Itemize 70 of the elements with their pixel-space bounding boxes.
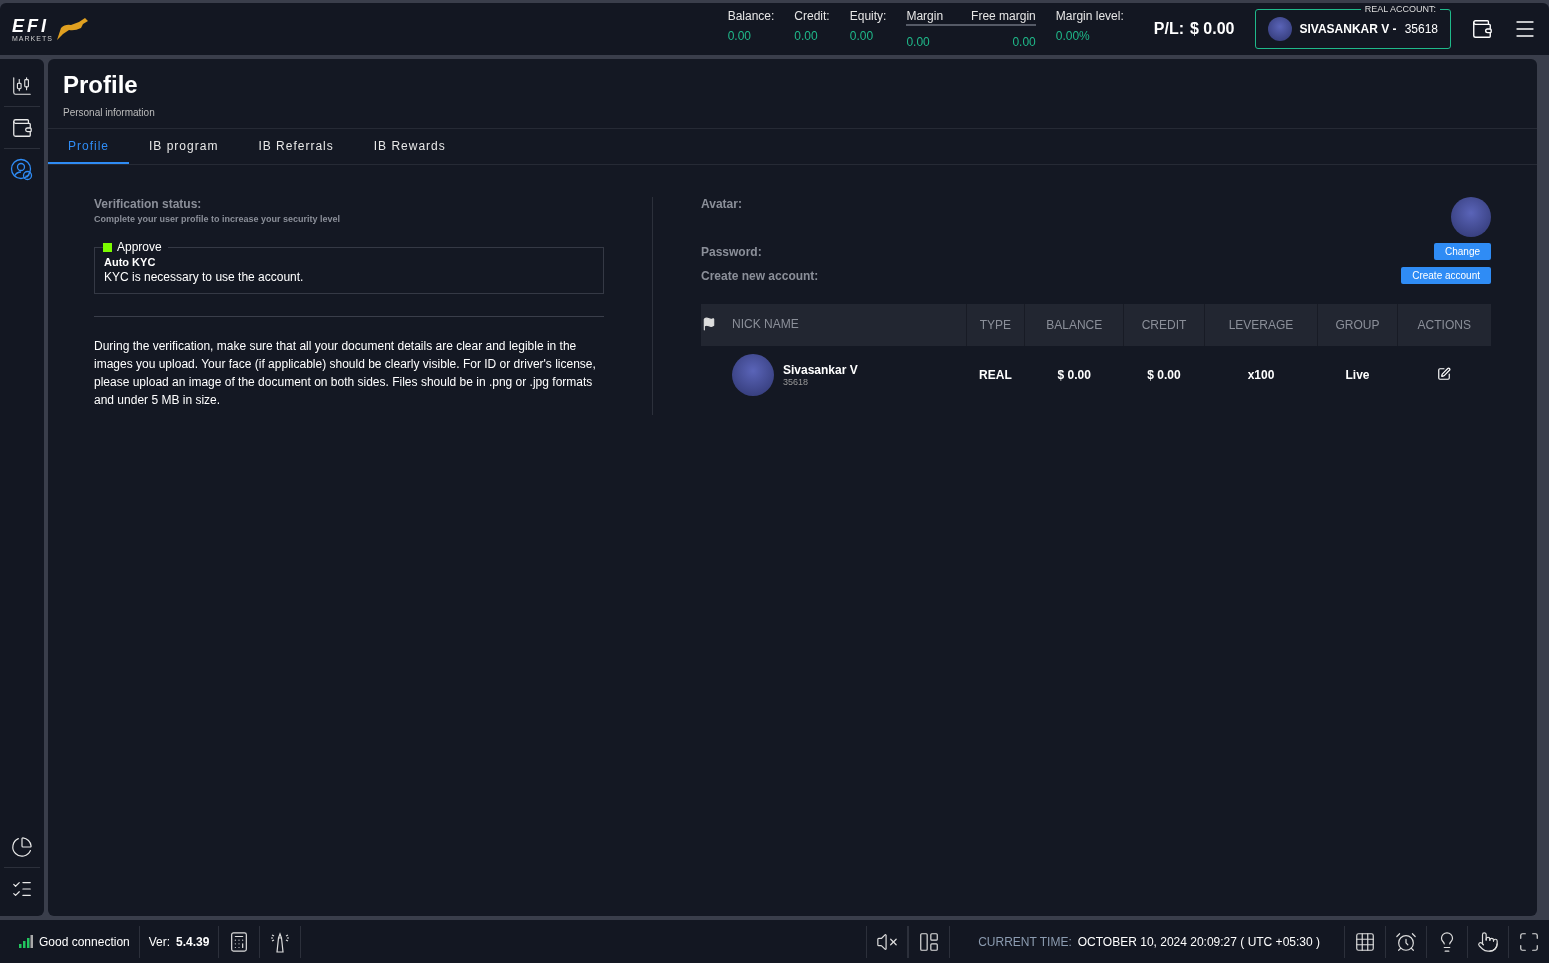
table-cell: x100 [1204,346,1318,404]
pie-chart-icon [11,835,33,858]
stat-label: Free margin [971,9,1036,23]
stat-value: 0.00 [794,29,819,43]
stat-label: Margin [906,9,944,23]
account-number: 35618 [783,377,810,387]
password-label: Password: [701,244,762,259]
wallet-icon [11,116,33,139]
account-type-label: REAL ACCOUNT: [1360,4,1440,14]
stat-value: 0.00 [727,29,752,43]
version-number: 5.4.39 [176,934,210,949]
column-header: NICK NAME [732,316,799,331]
candlestick-chart-icon [11,74,33,97]
tab[interactable]: IB Referrals [238,129,354,164]
kyc-title: Auto KYC [104,256,157,268]
table-cell: $ 0.00 [1024,346,1124,404]
account-name: SIVASANKAR V - [1299,22,1397,36]
avatar-placeholder [732,354,774,396]
column-header: GROUP [1317,304,1397,346]
stat-label: Credit: [794,9,830,23]
signal-icon [19,935,33,948]
edit-button[interactable] [1437,366,1451,381]
column-header: LEVERAGE [1204,304,1318,346]
lighthouse-icon [269,930,292,953]
column-header: TYPE [966,304,1025,346]
pl-value: $ 0.00 [1190,20,1235,38]
avatar-label: Avatar: [701,197,742,211]
fullscreen-icon [1518,930,1540,953]
version-label: Ver: [148,934,171,949]
tab[interactable]: IB program [129,129,239,164]
stat-label: Equity: [849,9,887,23]
user-check-icon [10,158,34,182]
kyc-text: KYC is necessary to use the account. [104,270,305,284]
pl-label: P/L: [1153,20,1184,38]
layout-icon [918,930,941,953]
current-time: OCTOBER 10, 2024 20:09:27 ( UTC +05:30 ) [1077,934,1320,949]
table-cell: Live [1317,346,1397,404]
column-header: ACTIONS [1397,304,1491,346]
stat-value: 0.00 [906,35,931,49]
stat-value: 0.00% [1055,29,1091,43]
nick-name: Sivasankar V [783,363,858,377]
current-time-label: CURRENT TIME: [978,934,1072,949]
wallet-icon [1471,18,1493,40]
table-cell: $ 0.00 [1123,346,1205,404]
wallet-button[interactable] [1471,18,1493,40]
avatar-placeholder [1267,17,1292,41]
column-header: BALANCE [1024,304,1124,346]
column-header: CREDIT [1123,304,1205,346]
avatar-placeholder [1451,197,1491,237]
verification-note: During the verification, make sure that all your document details are clear and legible in the images you upload. Your face (if applicable) should be clearly visible. For ID or driver's license, please upload an image of the document on both sides. Files should be in .png or .jpg formats and under 5 MB in size. [94,338,597,409]
stat-value: 0.00 [849,29,875,43]
logo-wordmark: EFI [12,16,50,35]
connection-status: Good connection [39,934,130,949]
tab[interactable]: IB Rewards [353,129,466,164]
verification-title: Verification status: [94,197,203,211]
stat-label: Margin level: [1055,9,1124,23]
alarm-clock-icon [1395,930,1417,953]
create-account-label: Create new account: [701,268,819,283]
account-number: 35618 [1404,22,1438,36]
stat-value: 0.00 [1011,35,1036,49]
stat-label: Balance: [727,9,775,23]
page-title: Profile [63,71,139,99]
edit-icon [1437,366,1451,381]
verification-hint: Complete your user profile to increase your security level [94,214,342,224]
status-label: Approve [117,240,162,254]
tab[interactable]: Profile [48,129,129,164]
hand-pointer-icon [1477,930,1499,953]
table-cell: REAL [966,346,1025,404]
page-subtitle: Personal information [63,107,156,118]
flag-icon [702,316,716,331]
